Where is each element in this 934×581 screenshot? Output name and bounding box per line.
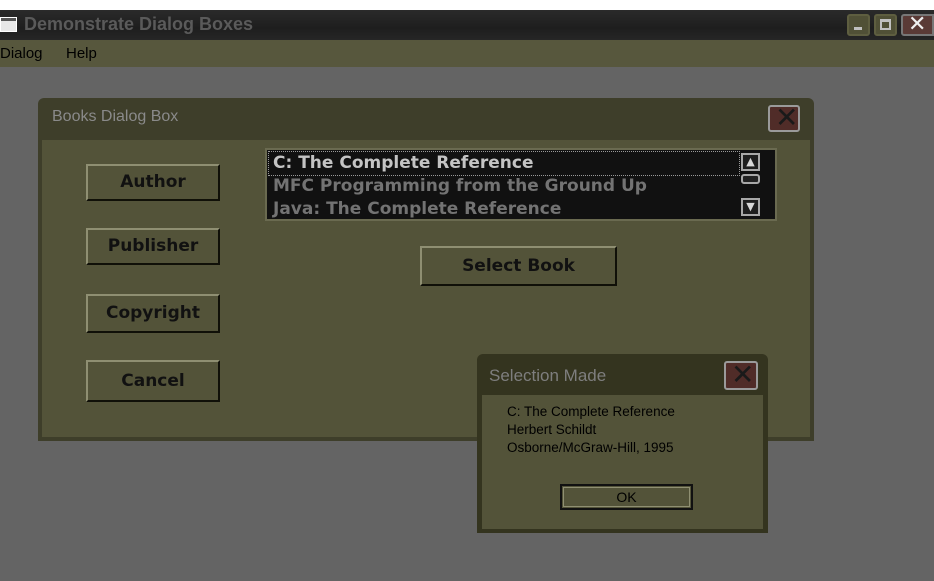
app-window-icon[interactable] — [0, 17, 17, 32]
message-line: C: The Complete Reference — [507, 404, 675, 419]
close-icon: ✕ — [731, 358, 755, 391]
menu-bar: Dialog Help — [0, 40, 934, 67]
selection-dialog-close-button[interactable]: ✕ — [724, 358, 758, 391]
close-button[interactable]: ✕ — [901, 12, 934, 37]
copyright-button[interactable]: Copyright — [86, 294, 220, 333]
close-icon: ✕ — [775, 101, 799, 134]
selection-dialog-title: Selection Made — [489, 366, 607, 385]
books-dialog-title: Books Dialog Box — [52, 108, 179, 125]
selection-dialog: Selection Made ✕ C: The Complete Referen… — [477, 354, 768, 533]
scrollbar-thumb[interactable] — [741, 174, 760, 184]
books-dialog-close-button[interactable]: ✕ — [768, 101, 800, 134]
list-item[interactable]: C: The Complete Reference — [268, 151, 740, 176]
author-button[interactable]: Author — [86, 164, 220, 201]
select-book-button[interactable]: Select Book — [420, 246, 617, 286]
close-icon: ✕ — [908, 12, 927, 37]
menu-help[interactable]: Help — [66, 45, 97, 62]
list-item[interactable]: MFC Programming from the Ground Up — [269, 175, 739, 198]
minimize-button[interactable] — [847, 14, 870, 36]
chevron-down-icon: ▼ — [746, 200, 755, 213]
selection-dialog-body: C: The Complete Reference Herbert Schild… — [482, 395, 763, 529]
cancel-button[interactable]: Cancel — [86, 360, 220, 402]
minimize-icon — [854, 27, 862, 30]
publisher-button[interactable]: Publisher — [86, 228, 220, 265]
title-bar[interactable]: Demonstrate Dialog Boxes ✕ — [0, 10, 934, 40]
maximize-icon — [880, 19, 891, 30]
scroll-up-button[interactable]: ▲ — [741, 153, 760, 171]
chevron-up-icon: ▲ — [746, 155, 755, 168]
message-line: Herbert Schildt — [507, 422, 597, 437]
menu-dialog[interactable]: Dialog — [0, 45, 43, 62]
maximize-button[interactable] — [874, 14, 897, 36]
list-item[interactable]: Java: The Complete Reference — [269, 198, 739, 221]
scroll-down-button[interactable]: ▼ — [741, 198, 760, 216]
message-line: Osborne/McGraw-Hill, 1995 — [507, 440, 674, 455]
books-listbox[interactable]: C: The Complete Reference MFC Programmin… — [265, 148, 777, 221]
ok-button[interactable]: OK — [560, 484, 693, 510]
window-title: Demonstrate Dialog Boxes — [24, 14, 254, 34]
